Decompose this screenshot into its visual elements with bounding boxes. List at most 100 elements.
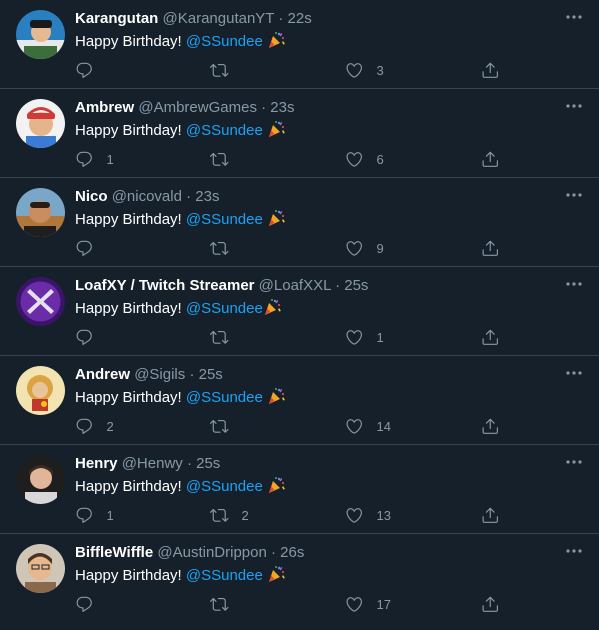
tweet-text: Happy Birthday! @SSundee xyxy=(75,31,285,52)
tweet[interactable]: BiffleWiffle @AustinDrippon · 26s Happy … xyxy=(0,534,599,624)
tweet[interactable]: Henry @Henwy · 25s Happy Birthday! @SSun… xyxy=(0,445,599,534)
like-icon xyxy=(345,61,364,80)
reply-button[interactable] xyxy=(75,326,107,348)
share-button[interactable] xyxy=(481,59,500,81)
avatar[interactable] xyxy=(16,99,65,148)
retweet-button[interactable] xyxy=(210,326,242,348)
tweet-header: BiffleWiffle @AustinDrippon · 26s xyxy=(75,543,559,563)
reply-button[interactable] xyxy=(75,59,107,81)
user-handle[interactable]: @Henwy xyxy=(122,455,183,472)
reply-button[interactable]: 1 xyxy=(75,504,114,526)
like-button[interactable]: 14 xyxy=(345,415,391,437)
share-button[interactable] xyxy=(481,415,500,437)
party-popper-icon xyxy=(267,31,285,49)
like-button[interactable]: 17 xyxy=(345,593,391,615)
share-icon xyxy=(481,506,500,525)
display-name[interactable]: BiffleWiffle xyxy=(75,544,153,561)
reply-button[interactable] xyxy=(75,237,107,259)
avatar[interactable] xyxy=(16,188,65,237)
party-popper-icon xyxy=(267,387,285,405)
avatar[interactable] xyxy=(16,10,65,59)
retweet-button[interactable]: 2 xyxy=(210,504,249,526)
display-name[interactable]: Ambrew xyxy=(75,99,134,116)
share-button[interactable] xyxy=(481,237,500,259)
like-icon xyxy=(345,506,364,525)
display-name[interactable]: LoafXY / Twitch Streamer xyxy=(75,277,255,294)
timestamp[interactable]: 23s xyxy=(195,188,219,205)
mention-link[interactable]: @SSundee xyxy=(186,389,263,406)
tweet-header: Henry @Henwy · 25s xyxy=(75,454,559,474)
timestamp[interactable]: 25s xyxy=(199,366,223,383)
display-name[interactable]: Andrew xyxy=(75,366,130,383)
retweet-button[interactable] xyxy=(210,237,242,259)
timestamp[interactable]: 25s xyxy=(344,277,368,294)
share-button[interactable] xyxy=(481,148,500,170)
avatar[interactable] xyxy=(16,455,65,504)
mention-link[interactable]: @SSundee xyxy=(186,33,263,50)
separator-dot: · xyxy=(271,544,276,561)
user-handle[interactable]: @nicovald xyxy=(112,188,182,205)
mention-link[interactable]: @SSundee xyxy=(186,211,263,228)
like-button[interactable]: 9 xyxy=(345,237,384,259)
tweet-text: Happy Birthday! @SSundee xyxy=(75,476,285,497)
mention-link[interactable]: @SSundee xyxy=(186,567,263,584)
display-name[interactable]: Henry xyxy=(75,455,118,472)
reply-button[interactable] xyxy=(75,593,107,615)
tweet[interactable]: Ambrew @AmbrewGames · 23s Happy Birthday… xyxy=(0,89,599,178)
tweet-body: Happy Birthday! xyxy=(75,567,186,584)
share-button[interactable] xyxy=(481,593,500,615)
like-icon xyxy=(345,417,364,436)
more-icon[interactable] xyxy=(565,275,583,293)
timestamp[interactable]: 26s xyxy=(280,544,304,561)
tweet-actions: 1 2 13 xyxy=(75,504,505,526)
reply-icon xyxy=(75,417,94,436)
reply-button[interactable]: 1 xyxy=(75,148,114,170)
avatar[interactable] xyxy=(16,277,65,326)
more-icon[interactable] xyxy=(565,8,583,26)
tweet[interactable]: LoafXY / Twitch Streamer @LoafXXL · 25s … xyxy=(0,267,599,356)
more-icon[interactable] xyxy=(565,453,583,471)
more-icon[interactable] xyxy=(565,97,583,115)
reply-button[interactable]: 2 xyxy=(75,415,114,437)
tweet-text: Happy Birthday! @SSundee xyxy=(75,298,281,319)
display-name[interactable]: Nico xyxy=(75,188,108,205)
like-button[interactable]: 1 xyxy=(345,326,384,348)
timestamp[interactable]: 22s xyxy=(288,10,312,27)
more-icon[interactable] xyxy=(565,186,583,204)
like-button[interactable]: 6 xyxy=(345,148,384,170)
mention-link[interactable]: @SSundee xyxy=(186,478,263,495)
like-icon xyxy=(345,595,364,614)
retweet-button[interactable] xyxy=(210,148,242,170)
like-button[interactable]: 13 xyxy=(345,504,391,526)
display-name[interactable]: Karangutan xyxy=(75,10,158,27)
retweet-button[interactable] xyxy=(210,415,242,437)
retweet-button[interactable] xyxy=(210,59,242,81)
reply-icon xyxy=(75,595,94,614)
retweet-button[interactable] xyxy=(210,593,242,615)
like-count: 3 xyxy=(376,62,384,78)
timestamp[interactable]: 25s xyxy=(196,455,220,472)
avatar[interactable] xyxy=(16,544,65,593)
user-handle[interactable]: @LoafXXL xyxy=(259,277,331,294)
user-handle[interactable]: @AmbrewGames xyxy=(138,99,257,116)
more-icon[interactable] xyxy=(565,542,583,560)
tweet-header: Andrew @Sigils · 25s xyxy=(75,365,559,385)
tweet-body: Happy Birthday! xyxy=(75,211,186,228)
mention-link[interactable]: @SSundee xyxy=(186,122,263,139)
more-icon[interactable] xyxy=(565,364,583,382)
tweet[interactable]: Nico @nicovald · 23s Happy Birthday! @SS… xyxy=(0,178,599,267)
tweet[interactable]: Karangutan @KarangutanYT · 22s Happy Bir… xyxy=(0,0,599,89)
user-handle[interactable]: @AustinDrippon xyxy=(157,544,266,561)
user-handle[interactable]: @Sigils xyxy=(134,366,185,383)
share-button[interactable] xyxy=(481,504,500,526)
tweet-text: Happy Birthday! @SSundee xyxy=(75,387,285,408)
tweet[interactable]: Andrew @Sigils · 25s Happy Birthday! @SS… xyxy=(0,356,599,445)
tweet-actions: 1 xyxy=(75,326,505,348)
like-button[interactable]: 3 xyxy=(345,59,384,81)
share-button[interactable] xyxy=(481,326,500,348)
mention-link[interactable]: @SSundee xyxy=(186,300,263,317)
timestamp[interactable]: 23s xyxy=(270,99,294,116)
user-handle[interactable]: @KarangutanYT xyxy=(163,10,275,27)
retweet-icon xyxy=(210,506,229,525)
avatar[interactable] xyxy=(16,366,65,415)
